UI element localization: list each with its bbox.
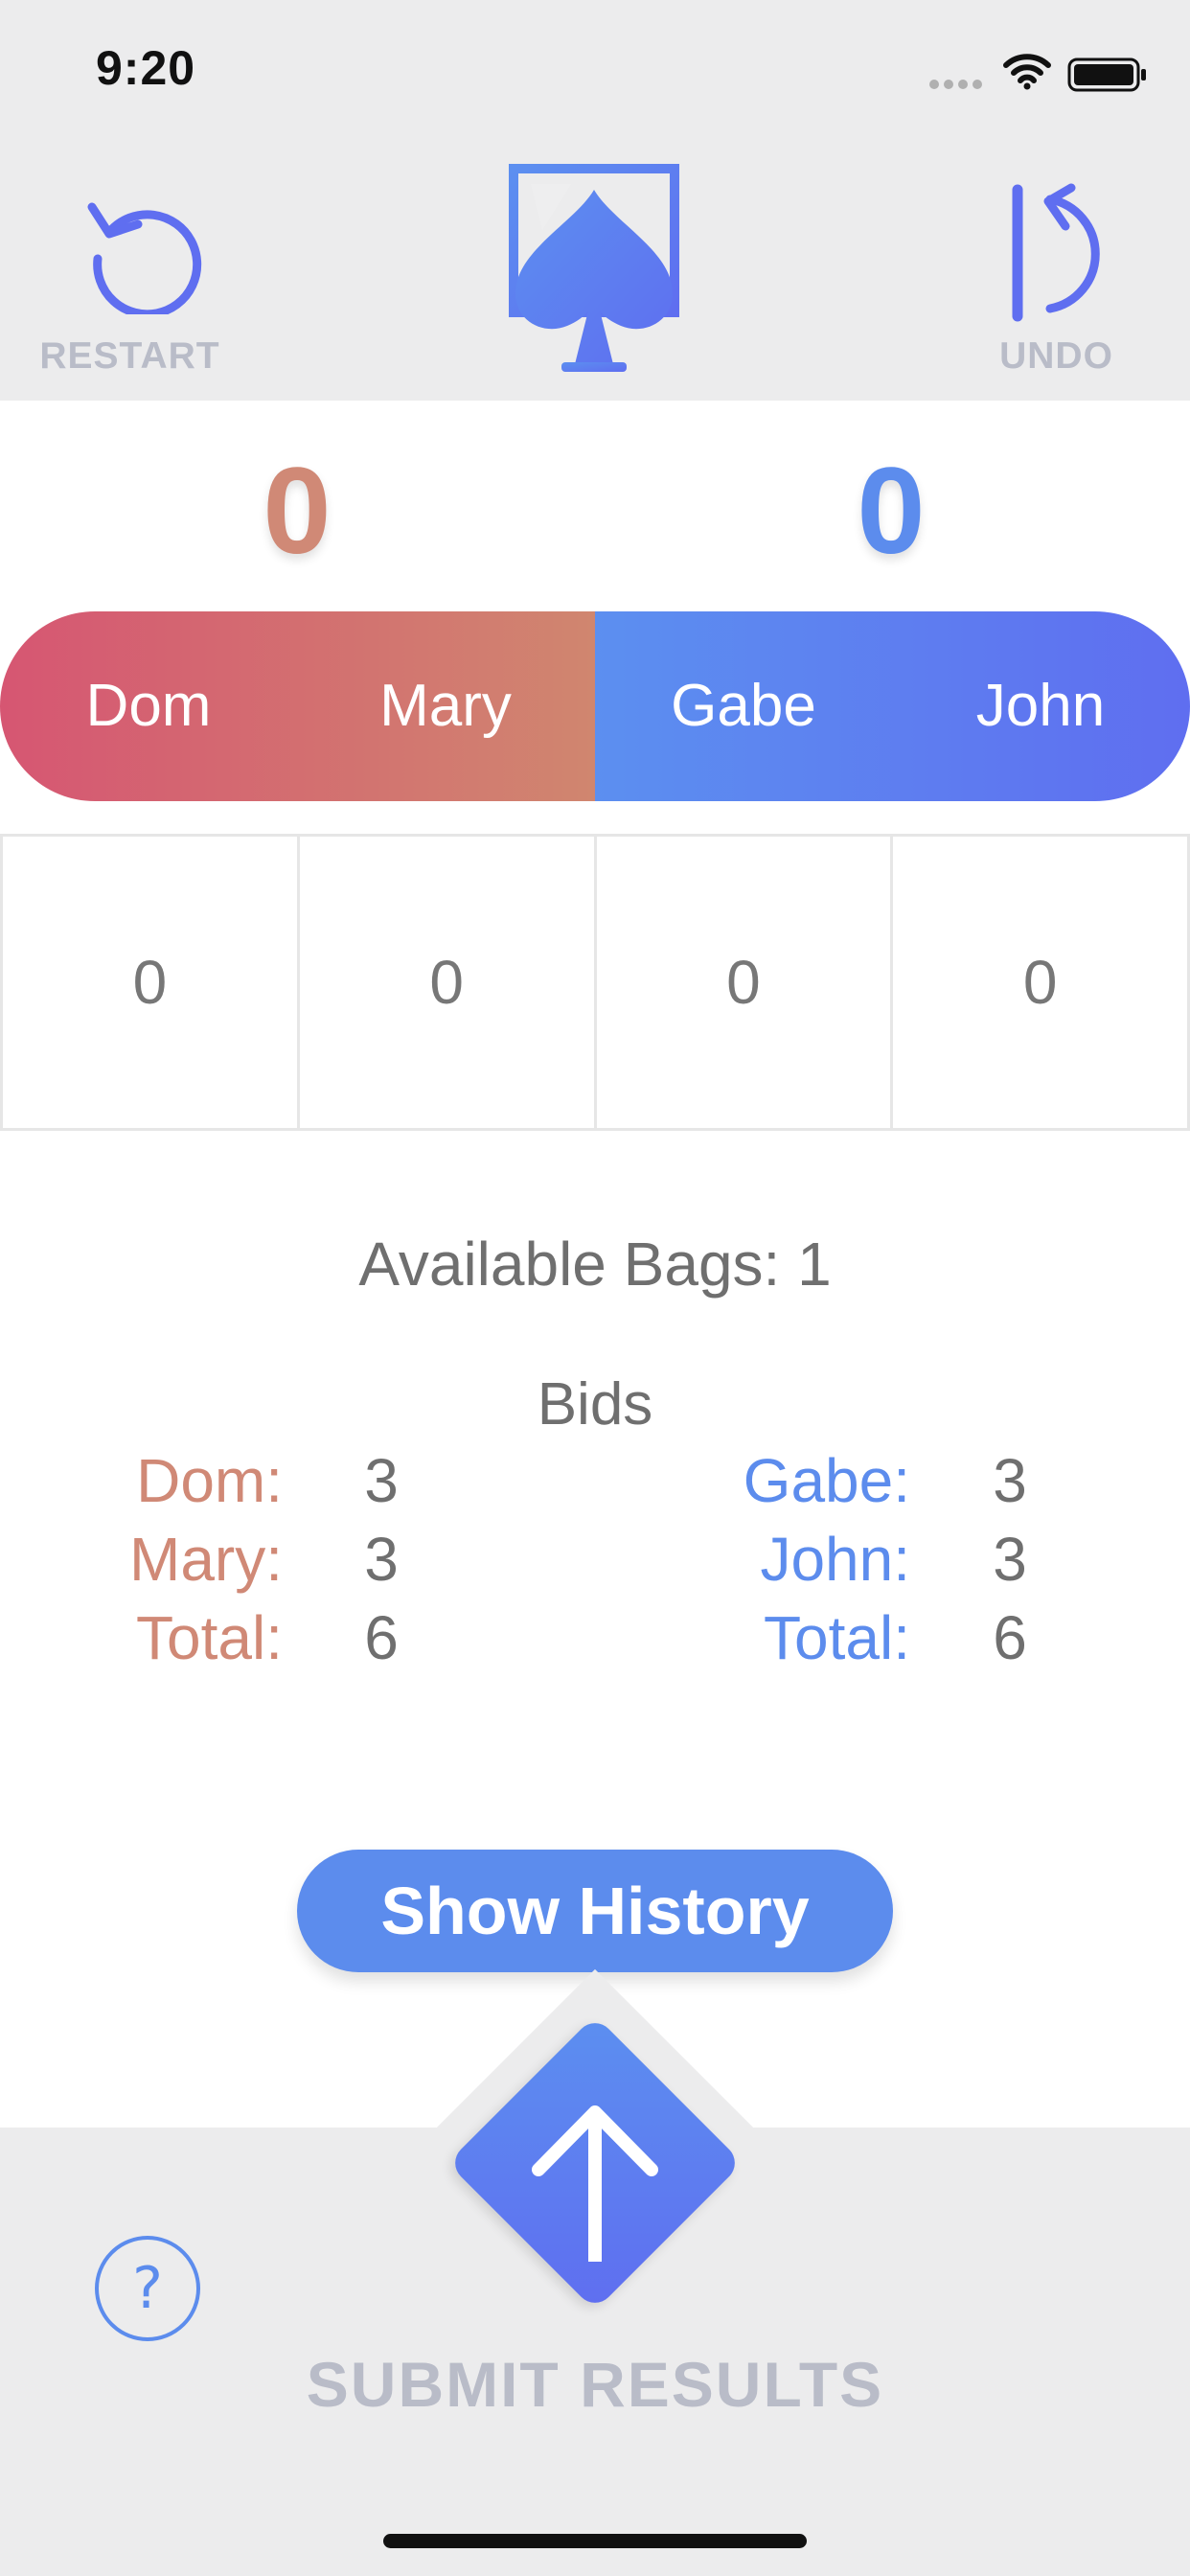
bid-label-right-total: Total: <box>764 1603 910 1672</box>
svg-text:?: ? <box>132 2255 163 2322</box>
show-history-button[interactable]: Show History <box>297 1850 893 1972</box>
submit-results-label[interactable]: SUBMIT RESULTS <box>0 2348 1190 2421</box>
trick-cell-gabe[interactable]: 0 <box>593 837 891 1128</box>
player-name-gabe[interactable]: Gabe <box>595 611 892 801</box>
trick-cell-mary[interactable]: 0 <box>296 837 594 1128</box>
battery-icon <box>1067 58 1150 97</box>
bid-value-left-total: 6 <box>364 1603 399 1672</box>
undo-icon[interactable] <box>1006 182 1111 331</box>
spade-logo-icon <box>508 163 680 380</box>
bid-value-gabe: 3 <box>993 1446 1027 1515</box>
restart-icon[interactable] <box>84 190 209 319</box>
undo-label[interactable]: UNDO <box>977 335 1135 378</box>
bid-label-john: John: <box>760 1525 910 1594</box>
bid-label-dom: Dom: <box>136 1446 283 1515</box>
wifi-icon <box>1002 52 1052 95</box>
restart-label[interactable]: RESTART <box>27 335 233 378</box>
bids-heading: Bids <box>537 1371 653 1438</box>
player-name-mary[interactable]: Mary <box>297 611 594 801</box>
bid-value-right-total: 6 <box>993 1603 1027 1672</box>
trick-cell-dom[interactable]: 0 <box>0 837 297 1128</box>
submit-arrow-icon[interactable] <box>514 2070 676 2276</box>
help-icon[interactable]: ? <box>92 2233 203 2349</box>
team-left-players: Dom Mary <box>0 611 595 801</box>
home-indicator <box>383 2534 807 2548</box>
bid-value-john: 3 <box>993 1525 1027 1594</box>
team-left-score: 0 <box>263 443 332 580</box>
player-name-john[interactable]: John <box>892 611 1189 801</box>
player-name-dom[interactable]: Dom <box>0 611 297 801</box>
player-bar: Dom Mary Gabe John <box>0 611 1190 801</box>
bid-label-mary: Mary: <box>129 1525 283 1594</box>
tricks-grid: 0 0 0 0 <box>0 834 1190 1131</box>
team-right-score: 0 <box>857 443 926 580</box>
bid-value-mary: 3 <box>364 1525 399 1594</box>
available-bags-text: Available Bags: 1 <box>358 1230 832 1299</box>
team-right-players: Gabe John <box>595 611 1190 801</box>
cellular-signal-icon <box>929 77 987 94</box>
status-time: 9:20 <box>96 41 196 95</box>
trick-cell-john[interactable]: 0 <box>890 837 1190 1128</box>
bid-value-dom: 3 <box>364 1446 399 1515</box>
bid-label-left-total: Total: <box>136 1603 283 1672</box>
bid-label-gabe: Gabe: <box>743 1446 910 1515</box>
